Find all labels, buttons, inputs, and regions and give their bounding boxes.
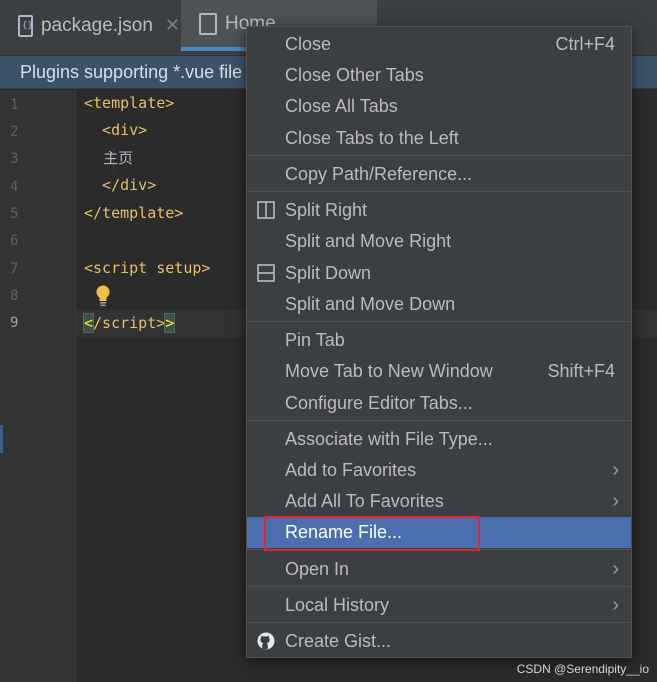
menu-item-shortcut: Ctrl+F4 — [555, 34, 615, 54]
code-line-active: </script>> — [82, 310, 176, 337]
menu-item-add-to-favorites[interactable]: Add to Favorites › — [247, 455, 631, 486]
menu-item-close-other-tabs[interactable]: Close Other Tabs — [247, 60, 631, 91]
split-horizontal-icon — [257, 264, 275, 282]
menu-item-split-move-right[interactable]: Split and Move Right — [247, 226, 631, 257]
file-icon — [199, 12, 217, 35]
menu-item-label: Close Tabs to the Left — [285, 128, 459, 148]
menu-separator — [247, 549, 631, 550]
menu-item-split-right[interactable]: Split Right — [247, 195, 631, 226]
menu-item-label: Rename File... — [285, 522, 403, 542]
menu-item-label: Move Tab to New Window — [285, 361, 493, 381]
code-line: <template> — [84, 94, 175, 112]
matched-bracket-close: > — [164, 313, 176, 333]
chevron-right-icon: › — [612, 459, 619, 481]
menu-item-add-all-to-favorites[interactable]: Add All To Favorites › — [247, 486, 631, 517]
menu-item-copy-path[interactable]: Copy Path/Reference... — [247, 159, 631, 190]
menu-separator — [247, 321, 631, 322]
matched-bracket-open: < — [82, 313, 95, 333]
menu-item-label: Pin Tab — [285, 330, 345, 350]
menu-separator — [247, 586, 631, 587]
tab-context-menu: Close Ctrl+F4 Close Other Tabs Close All… — [246, 26, 632, 658]
chevron-right-icon: › — [612, 558, 619, 580]
menu-item-open-in[interactable]: Open In › — [247, 554, 631, 585]
menu-separator — [247, 420, 631, 421]
menu-item-close-tabs-left[interactable]: Close Tabs to the Left — [247, 123, 631, 154]
menu-item-label: Close Other Tabs — [285, 65, 424, 85]
menu-item-shortcut: Shift+F4 — [547, 361, 615, 381]
split-vertical-icon — [257, 201, 275, 219]
line-number: 2 — [10, 124, 19, 140]
menu-item-label: Local History — [285, 595, 390, 615]
menu-item-move-tab-new-window[interactable]: Move Tab to New Window Shift+F4 — [247, 356, 631, 387]
menu-item-label: Copy Path/Reference... — [285, 164, 473, 184]
watermark: CSDN @Serendipity__io — [516, 662, 649, 676]
line-number: 3 — [10, 151, 19, 167]
line-number-gutter: 1 2 3 4 5 6 7 8 9 — [0, 90, 76, 682]
notification-text: Plugins supporting *.vue file — [20, 62, 243, 82]
close-icon[interactable]: ✕ — [165, 15, 180, 36]
menu-item-split-down[interactable]: Split Down — [247, 258, 631, 289]
code-line: </div> — [84, 176, 157, 194]
menu-item-local-history[interactable]: Local History › — [247, 590, 631, 621]
line-number-active: 9 — [10, 315, 19, 331]
line-number: 7 — [10, 261, 19, 277]
menu-item-rename-file[interactable]: Rename File... — [247, 517, 631, 548]
code-line: <script setup> — [84, 259, 211, 277]
code-line: <div> — [84, 121, 148, 139]
menu-item-close[interactable]: Close Ctrl+F4 — [247, 29, 631, 60]
menu-item-label: Open In — [285, 559, 350, 579]
menu-item-label: Split and Move Down — [285, 294, 456, 314]
menu-item-label: Split and Move Right — [285, 231, 452, 251]
menu-item-label: Configure Editor Tabs... — [285, 393, 473, 413]
menu-item-associate-file-type[interactable]: Associate with File Type... — [247, 424, 631, 455]
menu-item-label: Close — [285, 34, 332, 54]
chevron-right-icon: › — [612, 594, 619, 616]
menu-item-label: Add All To Favorites — [285, 491, 444, 511]
menu-item-pin-tab[interactable]: Pin Tab — [247, 325, 631, 356]
line-number: 4 — [10, 179, 19, 195]
menu-item-label: Split Right — [285, 200, 368, 220]
github-icon — [257, 632, 275, 650]
menu-item-create-gist[interactable]: Create Gist... — [247, 626, 631, 657]
menu-item-close-all-tabs[interactable]: Close All Tabs — [247, 91, 631, 122]
menu-separator — [247, 155, 631, 156]
menu-separator — [247, 622, 631, 623]
code-line: </template> — [84, 204, 184, 222]
menu-item-label: Close All Tabs — [285, 96, 398, 116]
json-file-icon: {} — [18, 14, 33, 37]
chevron-right-icon: › — [612, 490, 619, 512]
code-line: 主页 — [84, 149, 134, 167]
gutter-change-marker — [0, 425, 3, 453]
menu-item-configure-tabs[interactable]: Configure Editor Tabs... — [247, 388, 631, 419]
menu-item-label: Add to Favorites — [285, 460, 417, 480]
menu-item-label: Associate with File Type... — [285, 429, 493, 449]
line-number: 8 — [10, 288, 19, 304]
tab-package-json[interactable]: {} package.json ✕ — [0, 0, 180, 51]
line-number: 6 — [10, 233, 19, 249]
menu-item-label: Create Gist... — [285, 631, 392, 651]
ide-window: {} package.json ✕ Home Plugins supportin… — [0, 0, 657, 682]
line-number: 1 — [10, 97, 19, 113]
line-number: 5 — [10, 206, 19, 222]
menu-item-label: Split Down — [285, 263, 372, 283]
menu-item-split-move-down[interactable]: Split and Move Down — [247, 289, 631, 320]
code-fragment: /script> — [93, 314, 166, 332]
tab-label: package.json — [40, 14, 153, 36]
menu-separator — [247, 191, 631, 192]
lightbulb-icon[interactable] — [95, 285, 111, 307]
